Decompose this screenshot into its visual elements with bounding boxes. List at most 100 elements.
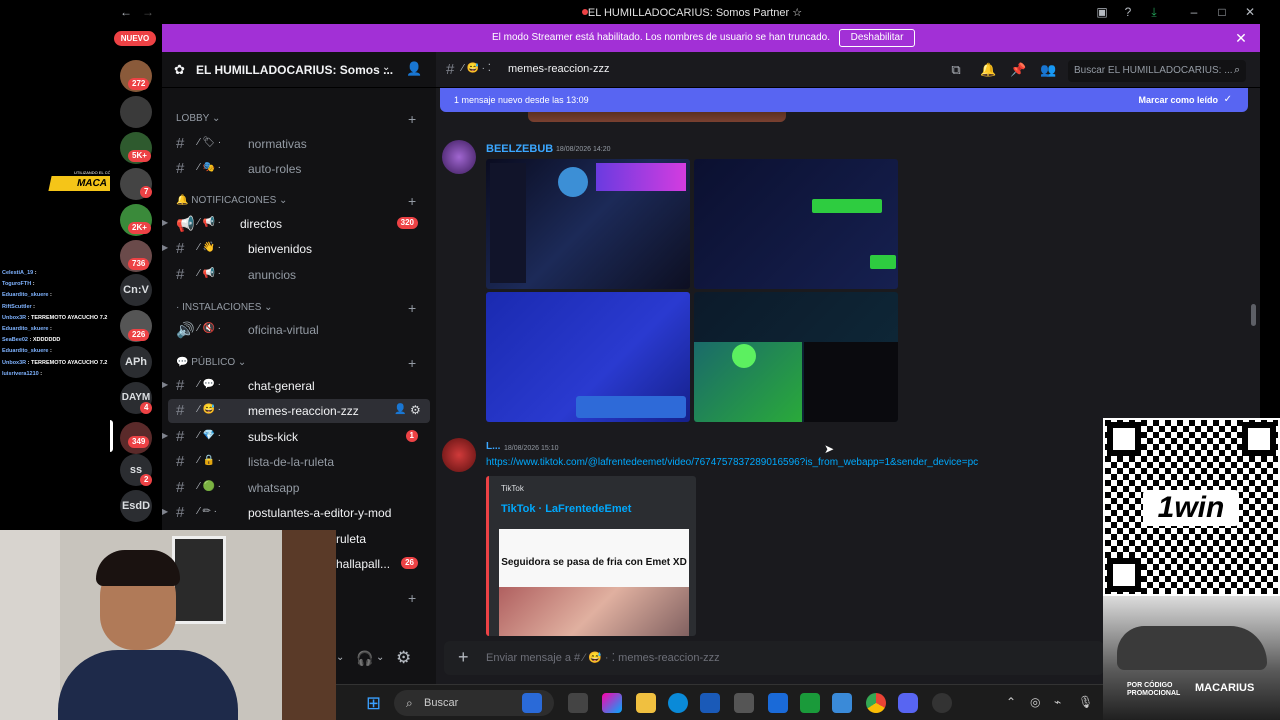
- app-icon[interactable]: [734, 693, 754, 713]
- server-badge: 2K+: [128, 222, 151, 234]
- channel-oficina-virtual[interactable]: 🔊 ⁄ 🔇 · oficina-virtual: [168, 318, 430, 342]
- attachment-image[interactable]: [486, 292, 690, 422]
- channel-whatsapp[interactable]: # ⁄ 🟢 · whatsapp: [168, 476, 430, 500]
- tray-expand-icon[interactable]: ⌃: [1006, 695, 1016, 709]
- settings-gear-icon[interactable]: ⚙: [396, 648, 411, 668]
- app-icon[interactable]: [932, 693, 952, 713]
- guild-header[interactable]: ✿ EL HUMILLADOCARIUS: Somos ... ⌄ 👤: [162, 52, 436, 88]
- inbox-icon[interactable]: ▣: [1094, 4, 1110, 20]
- channel-chat-general[interactable]: ▶ # ⁄ 💬 · chat-general: [162, 374, 430, 398]
- message-username[interactable]: BEELZEBUB: [486, 143, 553, 155]
- chevron-down-icon[interactable]: ⌄: [376, 652, 384, 663]
- channel-emoji-icon: ⁄ 🏷 ·: [198, 137, 222, 148]
- embed-thumbnail[interactable]: Seguidora se pasa de fria con Emet XD: [499, 529, 689, 636]
- channel-auto-roles[interactable]: # ⁄ 🎭 · auto-roles: [168, 157, 430, 181]
- app-widget-icon[interactable]: [522, 693, 542, 713]
- channel-name: lista-de-la-ruleta: [248, 455, 335, 469]
- user-avatar[interactable]: [442, 438, 476, 472]
- server-icon[interactable]: APh: [120, 346, 152, 378]
- message-composer[interactable]: + Enviar mensaje a # ⁄ 😅 · ⁚ memes-reacc…: [444, 641, 1104, 675]
- overlay-chat-user: Eduardito_skuere: [2, 292, 49, 299]
- channel-bienvenidos[interactable]: ▶ # ⁄ 👋 · bienvenidos: [162, 237, 430, 261]
- add-channel-icon[interactable]: +: [408, 193, 416, 209]
- download-icon[interactable]: ⤓: [1146, 4, 1162, 20]
- outlook-icon[interactable]: [832, 693, 852, 713]
- qr-finder: [1107, 422, 1141, 456]
- add-attachment-icon[interactable]: +: [458, 647, 469, 668]
- category-publico[interactable]: 💬 PÚBLICO ⌄: [176, 357, 246, 368]
- disable-streamer-button[interactable]: Deshabilitar: [839, 29, 915, 47]
- channel-postulantes[interactable]: ▶ # ⁄ ✏ · postulantes-a-editor-y-mod: [162, 501, 430, 525]
- member-list-icon[interactable]: 👥: [1040, 62, 1056, 78]
- task-view-icon[interactable]: [568, 693, 588, 713]
- discord-icon[interactable]: [898, 693, 918, 713]
- channel-normativas[interactable]: # ⁄ 🏷 · normativas: [168, 132, 430, 156]
- search-input[interactable]: Buscar EL HUMILLADOCARIUS: ...: [1068, 60, 1246, 82]
- streamer-mode-text: El modo Streamer está habilitado. Los no…: [492, 32, 830, 43]
- chevron-down-icon[interactable]: ⌄: [336, 652, 344, 663]
- channel-emoji-icon: ⁄ 😅 · ⁚: [583, 652, 616, 664]
- hash-icon: #: [176, 479, 185, 496]
- add-channel-icon[interactable]: +: [408, 300, 416, 316]
- attachment-image[interactable]: [486, 159, 690, 289]
- server-icon[interactable]: [120, 96, 152, 128]
- new-servers-badge[interactable]: NUEVO: [114, 31, 156, 46]
- category-instalaciones[interactable]: · INSTALACIONES ⌄: [176, 302, 273, 313]
- tray-app-icon[interactable]: ◎: [1030, 695, 1040, 709]
- edge-icon[interactable]: [668, 693, 688, 713]
- tray-app-icon[interactable]: ⌁: [1054, 695, 1061, 709]
- overlay-chat-message: XDDDDDD: [32, 337, 61, 344]
- channel-anuncios[interactable]: # ⁄ 📢 · anuncios: [168, 263, 430, 287]
- user-avatar[interactable]: [442, 140, 476, 174]
- gear-icon[interactable]: ⚙: [410, 403, 421, 417]
- overlay-chat-line: CelestiA_19 :: [2, 270, 37, 276]
- chevron-down-icon: ⌄: [382, 62, 391, 73]
- scrollbar-thumb[interactable]: [1251, 304, 1256, 326]
- invite-icon[interactable]: 👤: [394, 404, 406, 415]
- voice-channel-icon: 🔊: [176, 322, 195, 339]
- attachment-image[interactable]: [694, 159, 898, 289]
- start-menu-icon[interactable]: ⊞: [366, 693, 386, 713]
- server-badge: 4: [140, 402, 153, 414]
- minimize-icon[interactable]: –: [1186, 4, 1202, 20]
- headphones-icon[interactable]: 🎧: [356, 650, 373, 667]
- file-explorer-icon[interactable]: [636, 693, 656, 713]
- category-lobby[interactable]: LOBBY ⌄: [176, 113, 220, 124]
- new-messages-bar[interactable]: 1 mensaje nuevo desde las 13:09 Marcar c…: [440, 88, 1248, 112]
- image-avatar-detail: [558, 167, 588, 197]
- channel-memes-reaccion-zzz[interactable]: # ⁄ 😅 · memes-reaccion-zzz 👤 ⚙: [168, 399, 430, 423]
- pin-icon[interactable]: 📌: [1010, 62, 1026, 78]
- copilot-icon[interactable]: [602, 693, 622, 713]
- embed-title[interactable]: TikTok · LaFrentedeEmet: [501, 503, 631, 515]
- help-icon[interactable]: ?: [1120, 4, 1136, 20]
- xbox-icon[interactable]: [800, 693, 820, 713]
- bell-icon[interactable]: 🔔: [980, 62, 996, 78]
- store-icon[interactable]: [700, 693, 720, 713]
- channel-lista-de-la-ruleta[interactable]: # ⁄ 🔒 · lista-de-la-ruleta: [168, 450, 430, 474]
- channel-subs-kick[interactable]: ▶ # ⁄ 💎 · subs-kick 1: [162, 425, 430, 449]
- category-notificaciones[interactable]: 🔔 NOTIFICACIONES ⌄: [176, 195, 287, 206]
- add-channel-icon[interactable]: +: [408, 355, 416, 371]
- channel-name: auto-roles: [248, 162, 302, 176]
- unread-arrow-icon: ▶: [162, 218, 169, 227]
- add-channel-icon[interactable]: +: [408, 111, 416, 127]
- close-banner-icon[interactable]: ✕: [1232, 29, 1250, 47]
- threads-icon[interactable]: ⧉: [948, 62, 964, 78]
- unread-arrow-icon: ▶: [162, 431, 169, 440]
- add-channel-icon[interactable]: +: [408, 590, 416, 606]
- maximize-icon[interactable]: □: [1214, 4, 1230, 20]
- app-icon[interactable]: [768, 693, 788, 713]
- invite-people-icon[interactable]: 👤: [406, 61, 422, 77]
- microphone-icon[interactable]: 🎙: [1078, 695, 1093, 709]
- message-username[interactable]: L...: [486, 441, 500, 452]
- server-icon[interactable]: EsdD: [120, 490, 152, 522]
- channel-emoji-icon: ⁄ 🟢 ·: [198, 481, 222, 492]
- hash-icon: #: [176, 240, 185, 257]
- attachment-image[interactable]: [694, 292, 898, 422]
- server-icon[interactable]: Cn:V: [120, 274, 152, 306]
- close-window-icon[interactable]: ✕: [1242, 4, 1258, 20]
- mark-as-read-button[interactable]: Marcar como leído: [1138, 95, 1218, 105]
- message-link[interactable]: https://www.tiktok.com/@lafrentedeemet/v…: [486, 457, 978, 468]
- channel-directos[interactable]: ▶ 📢 ⁄ 📢 · directos 320: [162, 212, 430, 236]
- chrome-icon[interactable]: [866, 693, 886, 713]
